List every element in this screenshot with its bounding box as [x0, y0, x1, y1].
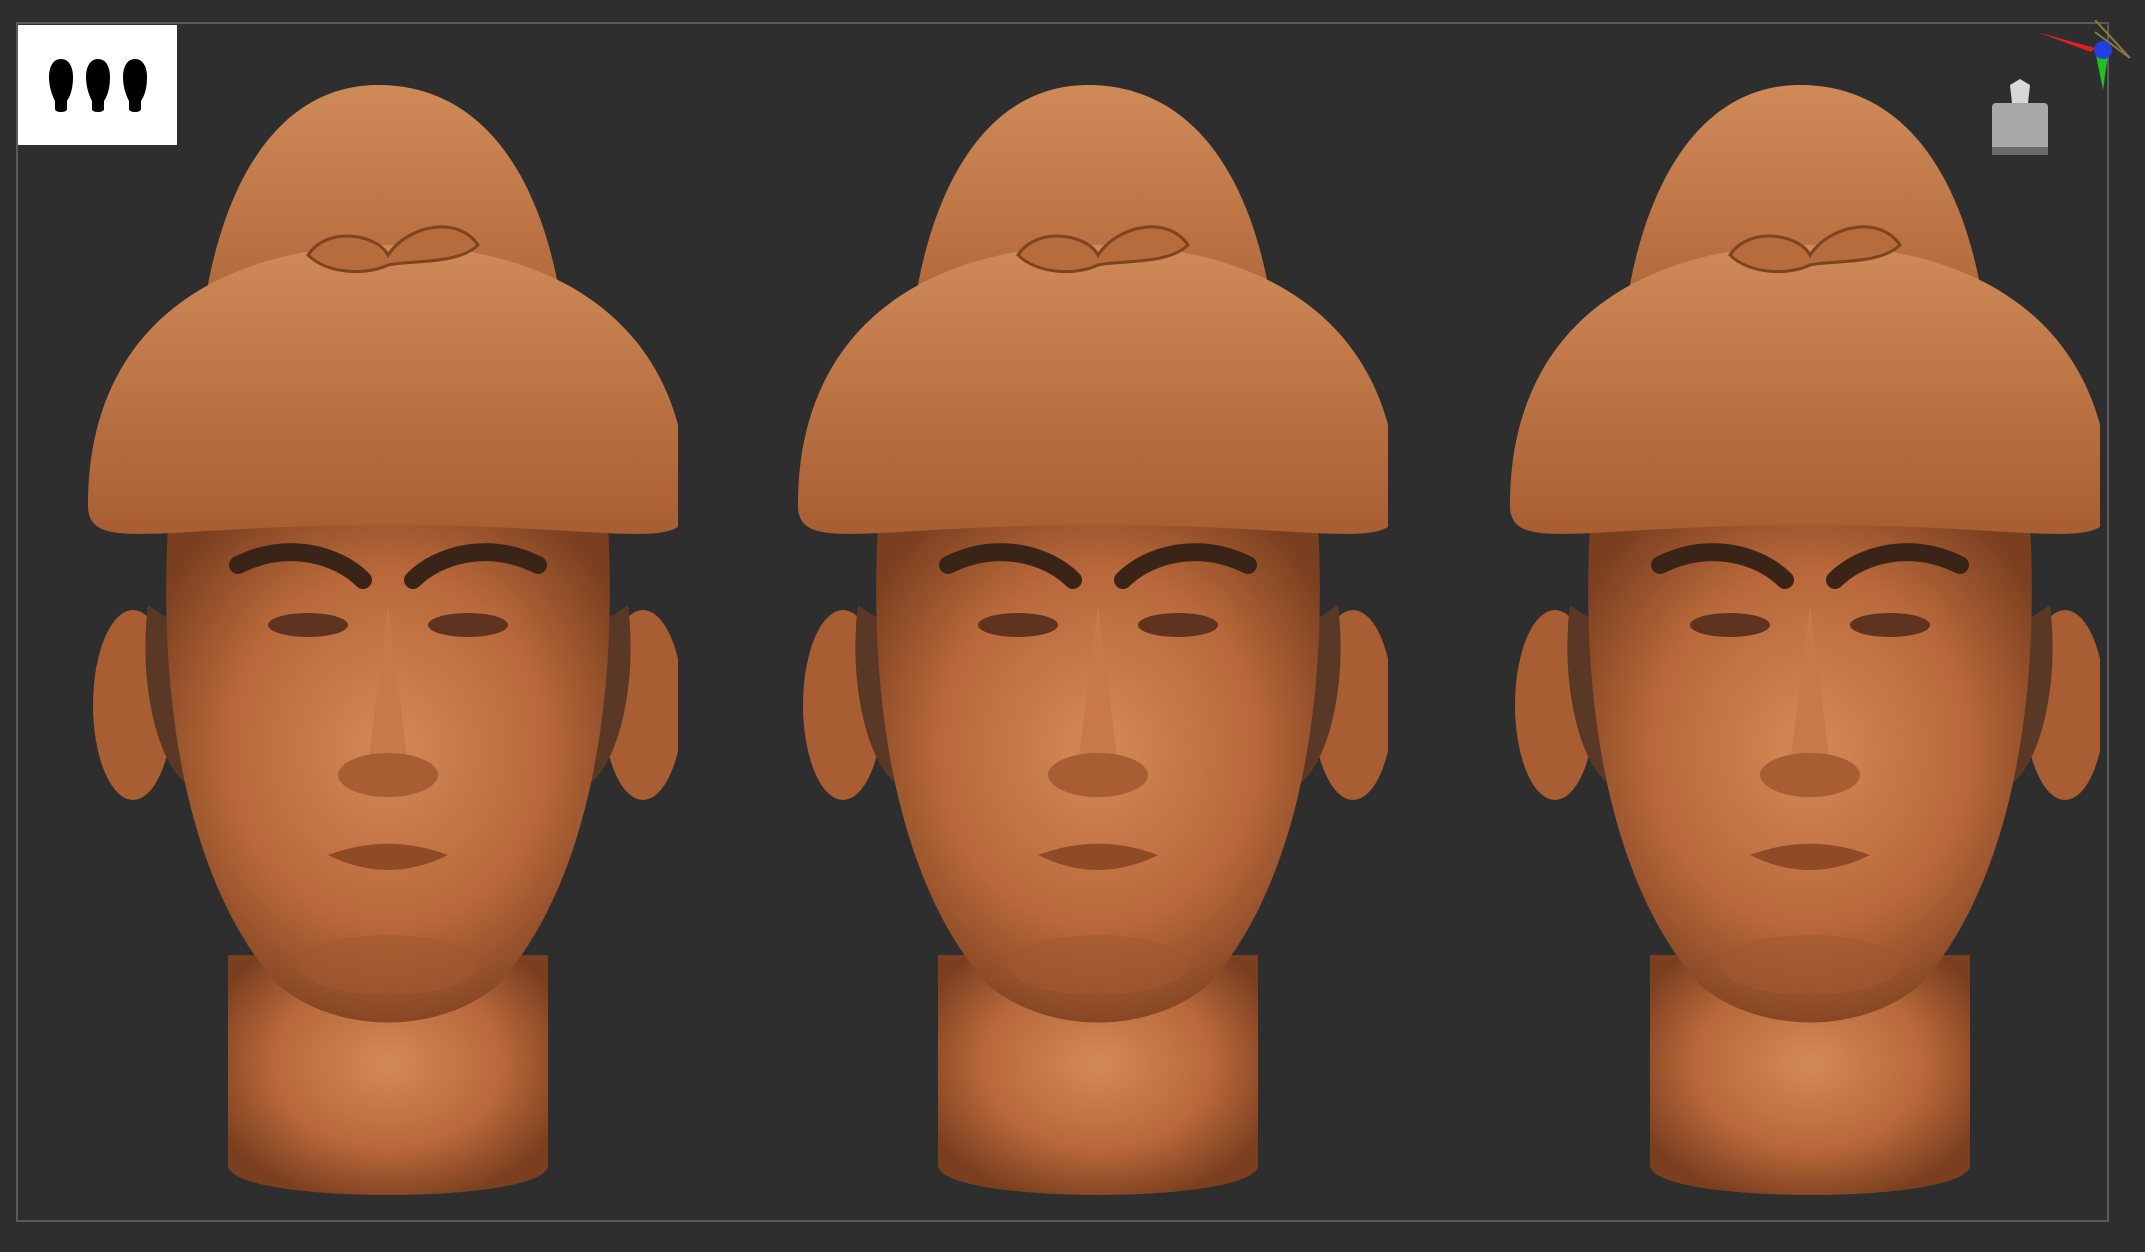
head-model-right[interactable] — [1500, 85, 2100, 1225]
floor-grid-icon[interactable] — [1980, 75, 2060, 165]
head-model-left[interactable] — [78, 85, 678, 1225]
document-viewport[interactable] — [0, 0, 2145, 1252]
head-model-center[interactable] — [788, 85, 1388, 1225]
sculpt-area[interactable] — [0, 0, 2145, 1252]
